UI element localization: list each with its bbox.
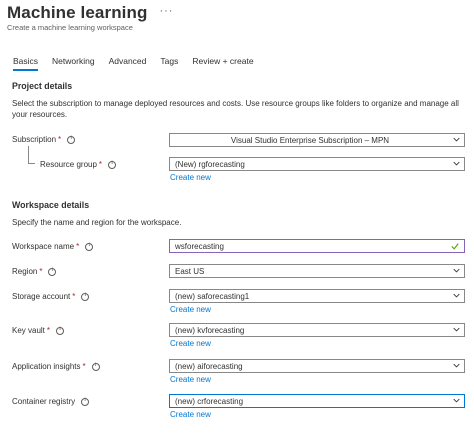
container-registry-label: Container registry [12,397,90,406]
container-registry-value: (new) crforecasting [175,396,244,406]
project-details-description: Select the subscription to manage deploy… [12,99,459,119]
chevron-down-icon [453,398,460,403]
info-icon[interactable] [81,397,90,406]
application-insights-value: (new) aiforecasting [175,361,243,371]
create-new-application-insights-link[interactable]: Create new [170,375,211,384]
info-icon[interactable] [67,135,76,144]
chevron-down-icon [453,137,460,142]
workspace-name-label-text: Workspace name [12,242,75,251]
required-marker: * [46,326,51,335]
create-new-key-vault-link[interactable]: Create new [170,339,211,348]
tab-review-create[interactable]: Review + create [192,56,253,70]
create-new-resource-group-link[interactable]: Create new [170,173,211,182]
storage-account-label-text: Storage account [12,292,71,301]
info-icon[interactable] [56,326,65,335]
region-select[interactable]: East US [169,264,465,278]
page-subtitle: Create a machine learning workspace [7,23,133,32]
checkmark-icon [451,243,459,250]
key-vault-select[interactable]: (new) kvforecasting [169,323,465,337]
application-insights-label: Application insights * [12,362,100,371]
create-new-storage-account-link[interactable]: Create new [170,305,211,314]
storage-account-label: Storage account * [12,292,90,301]
more-options-icon[interactable]: ··· [159,5,173,17]
required-marker: * [58,135,62,144]
tab-bar: Basics Networking Advanced Tags Review +… [13,56,268,71]
application-insights-label-text: Application insights [12,362,81,371]
resource-group-label: Resource group * [40,160,117,169]
subscription-label-text: Subscription [12,135,57,144]
storage-account-select[interactable]: (new) saforecasting1 [169,289,465,303]
chevron-down-icon [453,327,460,332]
key-vault-label-text: Key vault [12,326,45,335]
region-label: Region * [12,267,57,276]
subscription-label: Subscription * [12,135,76,144]
project-details-heading: Project details [12,81,73,91]
tree-connector [28,146,35,164]
chevron-down-icon [453,363,460,368]
chevron-down-icon [453,161,460,166]
required-marker: * [72,292,76,301]
required-marker: * [98,160,103,169]
page-header: Machine learning ··· [7,3,173,23]
workspace-details-heading: Workspace details [12,200,90,210]
info-icon[interactable] [91,362,100,371]
key-vault-value: (new) kvforecasting [175,325,245,335]
workspace-details-description: Specify the name and region for the work… [12,218,182,227]
resource-group-value: (New) rgforecasting [175,159,245,169]
resource-group-select[interactable]: (New) rgforecasting [169,157,465,171]
application-insights-select[interactable]: (new) aiforecasting [169,359,465,373]
info-icon[interactable] [108,160,117,169]
page-title: Machine learning [7,3,148,22]
required-marker: * [82,362,86,371]
workspace-name-input[interactable]: wsforecasting [169,239,465,253]
create-new-container-registry-link[interactable]: Create new [170,410,211,419]
storage-account-value: (new) saforecasting1 [175,291,250,301]
resource-group-label-text: Resource group [40,160,97,169]
required-marker: * [39,267,43,276]
region-label-text: Region [12,267,38,276]
chevron-down-icon [453,293,460,298]
subscription-select[interactable]: Visual Studio Enterprise Subscription – … [169,133,465,147]
tab-basics[interactable]: Basics [13,56,39,71]
tab-tags[interactable]: Tags [160,56,178,70]
workspace-name-value: wsforecasting [175,241,224,251]
container-registry-select[interactable]: (new) crforecasting [169,394,465,408]
region-value: East US [175,266,205,276]
subscription-value: Visual Studio Enterprise Subscription – … [230,135,390,145]
key-vault-label: Key vault * [12,326,65,335]
workspace-name-label: Workspace name * [12,242,94,251]
required-marker: * [76,242,80,251]
info-icon[interactable] [85,242,94,251]
tab-networking[interactable]: Networking [52,56,95,70]
tab-advanced[interactable]: Advanced [109,56,147,70]
chevron-down-icon [453,268,460,273]
container-registry-label-text: Container registry [12,397,76,406]
info-icon[interactable] [48,267,57,276]
info-icon[interactable] [81,292,90,301]
